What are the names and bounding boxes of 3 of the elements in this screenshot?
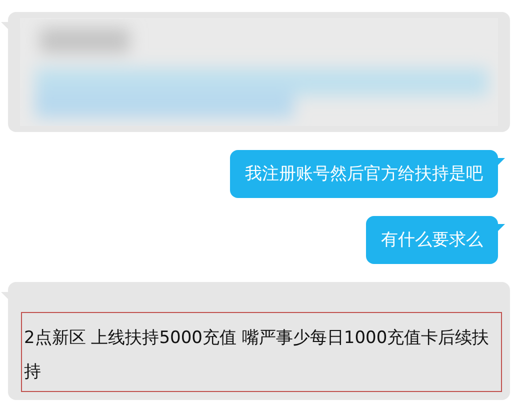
- message-text: 有什么要求么: [381, 230, 483, 250]
- message-text: 2点新区 上线扶持5000充值 嘴严事少每日1000充值卡后续扶持: [24, 328, 490, 382]
- message-text: 我注册账号然后官方给扶持是吧: [245, 164, 483, 184]
